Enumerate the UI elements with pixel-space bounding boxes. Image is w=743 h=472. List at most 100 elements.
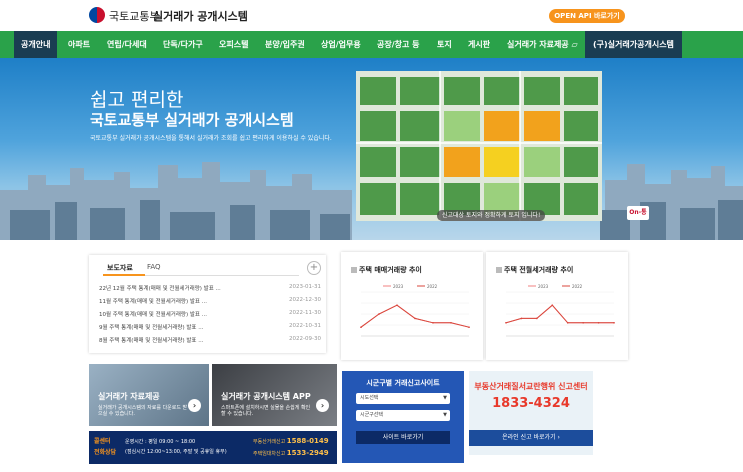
data-point [414, 317, 416, 320]
call-numbers: 부동산거래신고 1588-0149 주택임대차신고 1533-2949 [253, 436, 329, 460]
nav-item-factory[interactable]: 공장/창고 등 [377, 31, 420, 58]
nav-item-data[interactable]: 실거래가 자료제공 ▱ [507, 31, 578, 58]
data-point [378, 313, 380, 315]
news-date: 2022-09-30 [289, 336, 321, 342]
data-point [520, 317, 523, 320]
site-box-title: 시군구별 거래신고사이트 [366, 379, 440, 387]
app-banner-desc: 스마트폰에 설치하시면 실물을 손쉽게 확인 할 수 있습니다. [221, 405, 311, 417]
nav-item-detached[interactable]: 단독/다가구 [163, 31, 203, 58]
nav-item-apartment[interactable]: 아파트 [68, 31, 90, 58]
num1-label: 부동산거래신고 [253, 439, 286, 445]
province-select[interactable]: 시도선택 ▼ [356, 393, 450, 404]
news-title[interactable]: 22년 12월 주택 통계(매매 및 전월세거래량) 발표 ... [99, 284, 221, 292]
nav-item-board[interactable]: 게시판 [468, 31, 490, 58]
site-header: 국토교통부 실거래가 공개시스템 OPEN API 바로가기 [0, 0, 743, 30]
regional-report-site-box: 시군구별 거래신고사이트 시도선택 ▼ 시군구선택 ▼ 사이트 바로가기 [342, 371, 464, 463]
data-banner-desc: 실거래가 공개시스템의 자료를 다운로드 받으실 수 있습니다. [98, 405, 188, 417]
data-banner-title[interactable]: 실거래가 자료제공 [98, 391, 160, 402]
chevron-down-icon: ▼ [443, 395, 447, 401]
app-banner-title[interactable]: 실거래가 공개시스템 APP [221, 391, 311, 402]
tab-press-release[interactable]: 보도자료 [107, 263, 133, 273]
go-to-site-button[interactable]: 사이트 바로가기 [356, 431, 450, 444]
sale-volume-chart-card: 주택 매매거래량 추이 2023 2022 [341, 252, 483, 360]
series-line [360, 304, 470, 328]
tab-faq[interactable]: FAQ [147, 263, 161, 271]
data-point [505, 322, 507, 324]
data-provision-banner[interactable]: 실거래가 자료제공 실거래가 공개시스템의 자료를 다운로드 받으실 수 있습니… [89, 364, 209, 426]
news-date: 2023-01-31 [289, 284, 321, 290]
news-date: 2022-10-31 [289, 323, 321, 329]
news-title[interactable]: 11월 주택 통계(매매 및 전월세거래량) 발표 ... [99, 297, 207, 305]
news-title[interactable]: 8월 주택 통계(매매 및 전월세거래량) 발표 ... [99, 336, 204, 344]
district-select-value: 시군구선택 [360, 412, 384, 418]
data-point [582, 322, 584, 324]
list-item[interactable]: 22년 12월 주택 통계(매매 및 전월세거래량) 발표 ... 2023-0… [99, 284, 321, 294]
more-plus-icon[interactable]: + [307, 261, 321, 275]
active-tab-indicator [103, 274, 145, 276]
data-point [613, 322, 615, 324]
legend-label: 2023 [393, 284, 404, 289]
nav-item-commercial[interactable]: 상업/업무용 [321, 31, 361, 58]
call-center-bar: 콜센터 전화상담 운영시간 : 평일 09:00 ~ 18:00 (점심시간 1… [89, 431, 337, 464]
app-banner[interactable]: 실거래가 공개시스템 APP 스마트폰에 설치하시면 실물을 손쉽게 확인 할 … [212, 364, 337, 426]
sale-chart-title: 주택 매매거래량 추이 [351, 265, 422, 275]
call-label-1: 콜센터 [94, 438, 111, 445]
legend-label: 2023 [538, 284, 549, 289]
num2: 1533-2949 [286, 449, 329, 457]
rent-chart-title-text: 주택 전월세거래량 추이 [504, 266, 574, 274]
nav-item-officetel[interactable]: 오피스텔 [219, 31, 248, 58]
legend-label: 2022 [572, 284, 583, 289]
report-center-phone: 1833-4324 [492, 396, 570, 411]
taegeuk-emblem-icon[interactable] [89, 7, 105, 23]
news-title[interactable]: 10월 주택 통계(매매 및 전월세거래량) 발표 ... [99, 310, 207, 318]
num1: 1588-0149 [286, 437, 329, 445]
land-map-illustration [356, 71, 602, 221]
list-item[interactable]: 11월 주택 통계(매매 및 전월세거래량) 발표 ... 2022-12-30 [99, 297, 321, 307]
report-center-title: 부동산거래질서교란행위 신고센터 [474, 382, 588, 391]
call-hours-1: 운영시간 : 평일 09:00 ~ 18:00 [125, 439, 196, 445]
rent-volume-chart-card: 주택 전월세거래량 추이 2023 2022 [486, 252, 628, 360]
list-item[interactable]: 8월 주택 통계(매매 및 전월세거래량) 발표 ... 2022-09-30 [99, 336, 321, 346]
chart-icon [351, 267, 357, 273]
arrow-right-icon[interactable]: › [316, 399, 329, 412]
nav-item-rowhouse[interactable]: 연립/다세대 [107, 31, 147, 58]
nav-item-info[interactable]: 공개안내 [14, 31, 58, 58]
call-label-2: 전화상담 [94, 449, 117, 456]
series-line [360, 304, 470, 328]
sale-volume-line-chart: 2023 2022 [360, 284, 470, 337]
online-report-button[interactable]: 온라인 신고 바로가기 › [469, 430, 593, 446]
data-point [468, 326, 470, 328]
news-title[interactable]: 9월 주택 통계(매매 및 전월세거래량) 발표 ... [99, 323, 204, 331]
data-point [432, 322, 434, 324]
nav-item-presale[interactable]: 분양/입주권 [265, 31, 305, 58]
chart-icon [496, 267, 502, 273]
list-item[interactable]: 9월 주택 통계(매매 및 전월세거래량) 발표 ... 2022-10-31 [99, 323, 321, 333]
call-hours-2: (점심시간 12:00~13:00, 주말 및 공휴일 휴무) [125, 449, 227, 455]
num2-label: 주택임대차신고 [253, 451, 286, 457]
news-date: 2022-12-30 [289, 297, 321, 303]
district-select[interactable]: 시군구선택 ▼ [356, 410, 450, 421]
data-point [536, 317, 538, 320]
main-nav: 공개안내 아파트 연립/다세대 단독/다가구 오피스텔 분양/입주권 상업/업무… [0, 31, 743, 58]
province-select-value: 시도선택 [360, 395, 379, 401]
chevron-down-icon: ▼ [443, 412, 447, 418]
nav-item-land[interactable]: 토지 [437, 31, 452, 58]
hero-subtitle: 쉽고 편리한 [90, 89, 184, 111]
legend-label: 2022 [427, 284, 438, 289]
data-point [597, 322, 600, 324]
list-item[interactable]: 10월 주택 통계(매매 및 전월세거래량) 발표 ... 2022-11-30 [99, 310, 321, 320]
nav-item-old-system[interactable]: (구)실거래가공개시스템 [585, 31, 682, 58]
rent-volume-line-chart: 2023 2022 [505, 284, 615, 337]
arrow-right-icon[interactable]: › [188, 399, 201, 412]
hero-description: 국토교통부 실거래가 공개시스템을 통해서 실거래가 조회를 쉽고 편리하게 이… [90, 135, 332, 142]
sale-chart-title-text: 주택 매매거래량 추이 [359, 266, 422, 274]
call-center-label: 콜센터 전화상담 [94, 436, 116, 458]
open-api-button[interactable]: OPEN API 바로가기 [549, 9, 625, 23]
call-hours: 운영시간 : 평일 09:00 ~ 18:00 (점심시간 12:00~13:0… [125, 437, 227, 457]
hero-banner: 쉽고 편리한 국토교통부 실거래가 공개시스템 국토교통부 실거래가 공개시스템… [0, 58, 743, 240]
data-point [396, 304, 398, 306]
data-point [551, 304, 554, 306]
report-center-banner[interactable]: 부동산거래질서교란행위 신고센터 1833-4324 온라인 신고 바로가기 › [469, 371, 593, 455]
rent-chart-title: 주택 전월세거래량 추이 [496, 265, 573, 275]
site-name[interactable]: 실거래가 공개시스템 [153, 8, 248, 24]
